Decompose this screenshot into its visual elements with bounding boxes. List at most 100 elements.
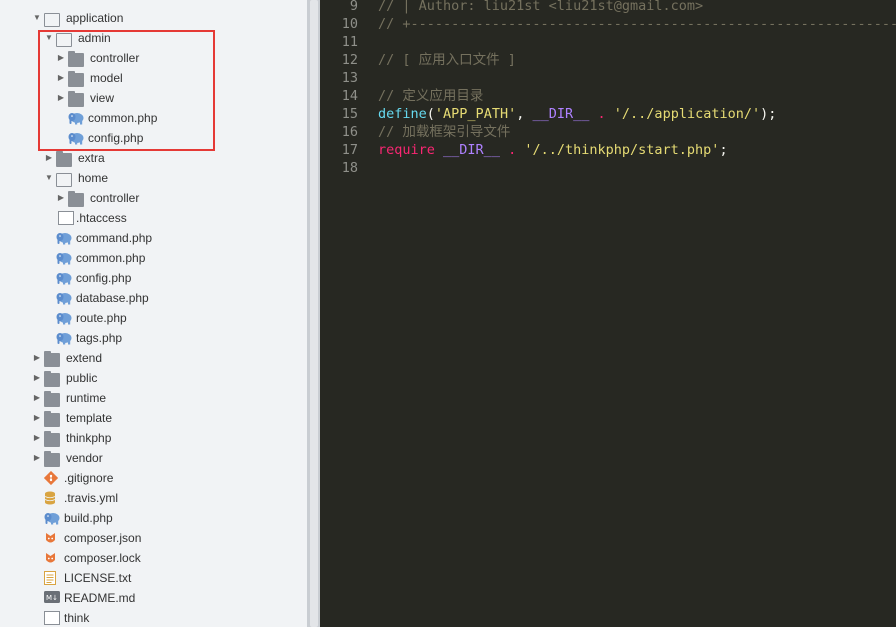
- code-line[interactable]: // [ 应用入口文件 ]: [378, 51, 516, 69]
- tree-item-label: composer.lock: [64, 551, 141, 565]
- code-token: // [ 应用入口文件 ]: [378, 52, 516, 68]
- tree-item-label: template: [66, 411, 113, 425]
- caret-right-icon[interactable]: ▶: [32, 448, 42, 468]
- tree-item[interactable]: ▶ runtime: [0, 388, 300, 408]
- folder-icon: [44, 391, 60, 407]
- sidebar-scrollbar-thumb[interactable]: [310, 0, 318, 627]
- tree-item-label: controller: [90, 191, 140, 205]
- code-token: require: [378, 142, 435, 158]
- code-token: // 定义应用目录: [378, 88, 484, 104]
- caret-right-icon[interactable]: ▶: [32, 348, 42, 368]
- tree-item-label: .travis.yml: [64, 491, 118, 505]
- tree-item[interactable]: ▼ application: [0, 8, 300, 28]
- tree-item[interactable]: .htaccess: [0, 208, 300, 228]
- tree-item-label: route.php: [76, 311, 127, 325]
- code-token: define: [378, 106, 427, 122]
- code-token: // 加载框架引导文件: [378, 124, 511, 140]
- tree-item[interactable]: ▶ template: [0, 408, 300, 428]
- file-tree-sidebar: ▼ application ▼ admin ▶ controller ▶ model ▶ view…: [0, 0, 307, 627]
- tree-item-label: application: [66, 11, 124, 25]
- tree-item[interactable]: LICENSE.txt: [0, 568, 300, 588]
- tree-item-label: command.php: [76, 231, 153, 245]
- folder-icon: [68, 191, 84, 207]
- tree-item[interactable]: composer.json: [0, 528, 300, 548]
- tree-item[interactable]: build.php: [0, 508, 300, 528]
- code-line[interactable]: // +------------------------------------…: [378, 15, 896, 33]
- tree-item[interactable]: common.php: [0, 248, 300, 268]
- svg-text:M↓: M↓: [46, 594, 58, 602]
- tree-item[interactable]: ▶ public: [0, 368, 300, 388]
- tree-item-label: tags.php: [76, 331, 123, 345]
- code-token: (: [426, 106, 435, 122]
- caret-down-icon[interactable]: ▼: [44, 168, 54, 188]
- line-number: 11: [341, 34, 358, 50]
- line-number: 15: [341, 106, 358, 122]
- folder-icon: [44, 411, 60, 427]
- tree-item-label: LICENSE.txt: [64, 571, 132, 585]
- code-token: '/../thinkphp/start.php': [524, 142, 720, 158]
- composer-icon: [44, 551, 60, 565]
- caret-right-icon[interactable]: ▶: [32, 368, 42, 388]
- code-token: .: [508, 142, 517, 158]
- line-number: 14: [341, 88, 358, 104]
- tree-item-label: build.php: [64, 511, 113, 525]
- code-line[interactable]: define('APP_PATH', __DIR__ . '/../applic…: [378, 105, 776, 123]
- code-token: '/../application/': [613, 106, 761, 122]
- folder-icon: [44, 431, 60, 447]
- file-icon: [58, 211, 74, 225]
- caret-down-icon[interactable]: ▼: [32, 8, 42, 28]
- tree-item[interactable]: .travis.yml: [0, 488, 300, 508]
- tree-item[interactable]: config.php: [0, 268, 300, 288]
- code-token: 'APP_PATH': [434, 106, 517, 122]
- folder-icon: [44, 451, 60, 467]
- tree-item-label: thinkphp: [66, 431, 112, 445]
- tree-item-label: .htaccess: [76, 211, 127, 225]
- tree-item[interactable]: .gitignore: [0, 468, 300, 488]
- line-number: 13: [341, 70, 358, 86]
- tree-item[interactable]: database.php: [0, 288, 300, 308]
- code-editor[interactable]: 9 10 11 12 13 14 15 16 17 18 // | Author: liu21st…: [322, 0, 896, 627]
- php-elephant-icon: [56, 331, 72, 345]
- php-elephant-icon: [56, 231, 72, 245]
- line-number: 17: [341, 142, 358, 158]
- tree-item[interactable]: ▶ extend: [0, 348, 300, 368]
- code-line[interactable]: // | Author: liu21st <liu21st@gmail.com>: [378, 0, 703, 15]
- tree-item[interactable]: ▶ controller: [0, 188, 300, 208]
- tree-item[interactable]: route.php: [0, 308, 300, 328]
- markdown-icon: M↓: [44, 591, 60, 605]
- php-elephant-icon: [44, 511, 60, 525]
- tree-item[interactable]: M↓ README.md: [0, 588, 300, 608]
- tree-item-label: runtime: [66, 391, 107, 405]
- tree-item-label: home: [78, 171, 109, 185]
- folder-icon: [56, 151, 72, 167]
- tree-item-label: README.md: [64, 591, 136, 605]
- php-elephant-icon: [56, 271, 72, 285]
- tree-item[interactable]: ▼ home: [0, 168, 300, 188]
- line-number: 16: [341, 124, 358, 140]
- text-file-icon: [44, 571, 60, 585]
- tree-item[interactable]: think: [0, 608, 300, 627]
- caret-right-icon[interactable]: ▶: [32, 388, 42, 408]
- tree-item[interactable]: ▶ extra: [0, 148, 300, 168]
- tree-item[interactable]: composer.lock: [0, 548, 300, 568]
- tree-item[interactable]: ▶ thinkphp: [0, 428, 300, 448]
- tree-item-label: common.php: [76, 251, 146, 265]
- code-line[interactable]: // 定义应用目录: [378, 87, 483, 105]
- caret-right-icon[interactable]: ▶: [44, 148, 54, 168]
- tree-item-label: config.php: [76, 271, 132, 285]
- caret-right-icon[interactable]: ▶: [56, 188, 66, 208]
- caret-right-icon[interactable]: ▶: [32, 428, 42, 448]
- code-token: ,: [516, 106, 533, 122]
- code-token: __DIR__: [532, 106, 590, 122]
- tree-item[interactable]: tags.php: [0, 328, 300, 348]
- code-line[interactable]: // 加载框架引导文件: [378, 123, 510, 141]
- caret-right-icon[interactable]: ▶: [32, 408, 42, 428]
- file-icon: [44, 611, 60, 625]
- tree-item[interactable]: ▶ vendor: [0, 448, 300, 468]
- tree-item[interactable]: command.php: [0, 228, 300, 248]
- line-number: 10: [341, 16, 358, 32]
- code-line[interactable]: require __DIR__ . '/../thinkphp/start.ph…: [378, 141, 728, 159]
- tree-item-label: database.php: [76, 291, 149, 305]
- composer-icon: [44, 531, 60, 545]
